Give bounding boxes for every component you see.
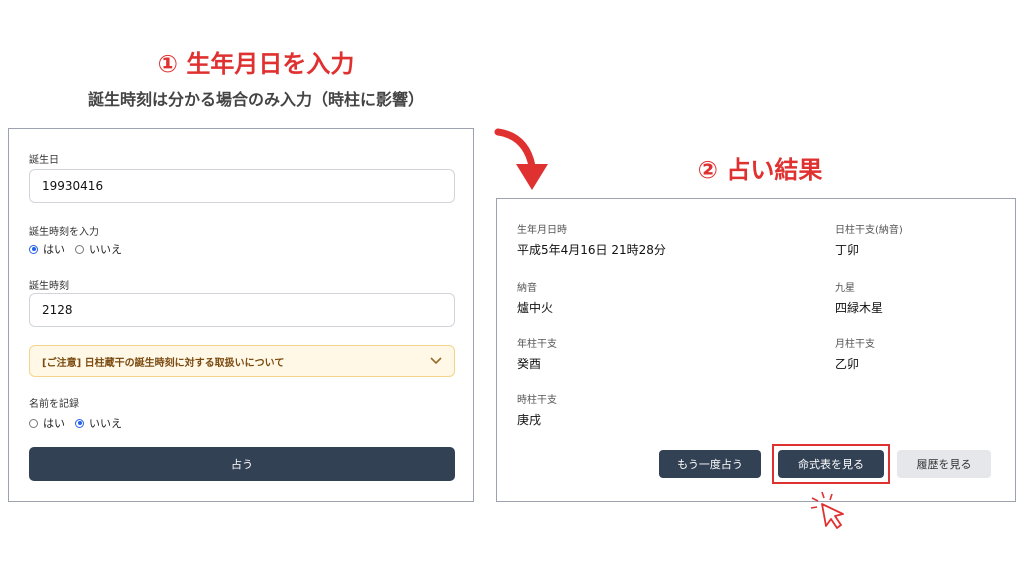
save-name-group: はい いいえ xyxy=(29,415,132,431)
birthtime-toggle-no-label: いいえ xyxy=(89,243,122,256)
day-pillar-value: 丁卯 xyxy=(835,243,860,257)
view-meishiki-button[interactable]: 命式表を見る xyxy=(778,450,884,478)
pointer-click-icon xyxy=(806,486,854,538)
step2-title: ② 占い結果 xyxy=(697,156,823,184)
step1-title: ① 生年月日を入力 xyxy=(157,50,355,78)
step1-subtitle: 誕生時刻は分かる場合のみ入力（時柱に影響） xyxy=(87,90,424,109)
save-name-no[interactable]: いいえ xyxy=(75,415,122,431)
nayin-label: 納音 xyxy=(517,283,537,294)
birthdate-label: 誕生日 xyxy=(29,155,59,166)
month-pillar-value: 乙卯 xyxy=(835,357,860,371)
radio-checked-icon[interactable] xyxy=(29,244,38,254)
hour-pillar-label: 時柱干支 xyxy=(517,395,557,406)
nine-star-label: 九星 xyxy=(835,283,855,294)
birthtime-toggle-group: はい いいえ xyxy=(29,241,132,257)
save-name-yes-label: はい xyxy=(43,417,65,430)
save-name-label: 名前を記録 xyxy=(29,399,79,410)
birthdate-input[interactable]: 19930416 xyxy=(29,169,455,203)
birthtime-toggle-yes[interactable]: はい xyxy=(29,241,65,257)
birth-datetime-value: 平成5年4月16日 21時28分 xyxy=(517,243,666,257)
birthtime-toggle-yes-label: はい xyxy=(43,243,65,256)
notice-accordion[interactable]: [ご注意] 日柱蔵干の誕生時刻に対する取扱いについて xyxy=(29,345,455,377)
radio-unchecked-icon[interactable] xyxy=(29,418,38,428)
save-name-yes[interactable]: はい xyxy=(29,415,65,431)
nine-star-value: 四緑木星 xyxy=(835,301,884,315)
birthtime-input[interactable]: 2128 xyxy=(29,293,455,327)
view-history-button[interactable]: 履歴を見る xyxy=(897,450,991,478)
birth-form-panel: 誕生日 19930416 誕生時刻を入力 はい いいえ 誕生時刻 2128 [ご… xyxy=(8,128,474,502)
notice-text: [ご注意] 日柱蔵干の誕生時刻に対する取扱いについて xyxy=(42,357,285,369)
month-pillar-label: 月柱干支 xyxy=(835,339,875,350)
day-pillar-label: 日柱干支(納音) xyxy=(835,225,903,236)
birth-datetime-label: 生年月日時 xyxy=(517,225,567,236)
try-again-button[interactable]: もう一度占う xyxy=(659,450,761,478)
birthtime-toggle-label: 誕生時刻を入力 xyxy=(29,227,99,238)
chevron-down-icon[interactable] xyxy=(430,354,442,368)
birthtime-label: 誕生時刻 xyxy=(29,281,69,292)
birthtime-toggle-no[interactable]: いいえ xyxy=(75,241,122,257)
hour-pillar-value: 庚戌 xyxy=(517,413,542,427)
year-pillar-value: 癸酉 xyxy=(517,357,542,371)
save-name-no-label: いいえ xyxy=(89,417,122,430)
result-panel: 生年月日時 平成5年4月16日 21時28分 日柱干支(納音) 丁卯 納音 爐中… xyxy=(496,198,1016,502)
nayin-value: 爐中火 xyxy=(517,301,554,315)
radio-unchecked-icon[interactable] xyxy=(75,244,84,254)
year-pillar-label: 年柱干支 xyxy=(517,339,557,350)
radio-checked-icon[interactable] xyxy=(75,418,84,428)
fortune-submit-button[interactable]: 占う xyxy=(29,447,455,481)
